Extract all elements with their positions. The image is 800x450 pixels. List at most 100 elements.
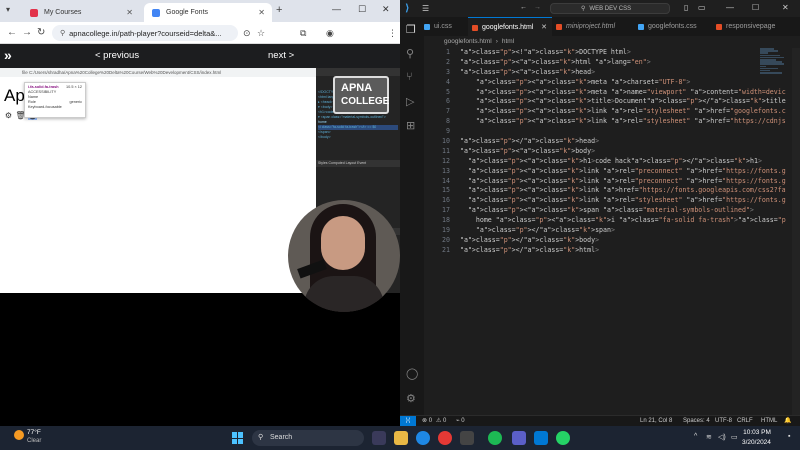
notifications-bell-icon[interactable]: 🔔 bbox=[784, 416, 791, 426]
editor-scrollbar[interactable] bbox=[792, 48, 800, 415]
code-line[interactable]: "a">class="p"><"a">class="k">title>Docum… bbox=[460, 97, 786, 107]
ports-count[interactable]: ⌁ 0 bbox=[456, 416, 465, 426]
close-tab-icon[interactable]: ✕ bbox=[541, 18, 547, 36]
code-line[interactable]: "a">class="p"><"a">class="k">link "a">re… bbox=[460, 177, 786, 187]
warnings-count[interactable]: ⚠ 0 bbox=[436, 416, 446, 426]
close-window-icon[interactable]: ✕ bbox=[782, 3, 789, 12]
tab-miniproject-html[interactable]: miniproject.html bbox=[552, 17, 634, 36]
file-explorer-icon[interactable] bbox=[394, 431, 408, 445]
code-line[interactable]: "a">class="p"><"a">class="k">html "a">la… bbox=[460, 58, 786, 68]
code-line[interactable]: "a">class="p"></"a">class="k">html> bbox=[460, 246, 786, 256]
task-view-icon[interactable] bbox=[372, 431, 386, 445]
search-icon[interactable]: ⚲ bbox=[406, 47, 414, 60]
maximize-icon[interactable]: ☐ bbox=[752, 3, 759, 12]
code-line[interactable]: "a">class="p"><"a">class="k">meta "a">ch… bbox=[460, 78, 786, 88]
code-line[interactable]: "a">class="p"><"a">class="k">link "a">re… bbox=[460, 117, 786, 127]
wifi-icon[interactable]: ≋ bbox=[706, 433, 712, 441]
code-line[interactable]: "a">class="p"></"a">class="k">head> bbox=[460, 137, 786, 147]
tray-chevron-icon[interactable]: ^ bbox=[694, 433, 697, 440]
code-line[interactable]: home "a">class="p"><"a">class="k">i "a">… bbox=[460, 216, 786, 226]
breadcrumb-node[interactable]: html bbox=[502, 38, 514, 45]
code-editor[interactable]: 1 2 3 4 5 6 7 8 9 10 11 12 13 14 15 16 17 18 19 20 21 "a">cl… bbox=[424, 48, 800, 415]
bookmark-star-icon[interactable]: ☆ bbox=[257, 28, 265, 39]
teams-icon[interactable] bbox=[512, 431, 526, 445]
code-line[interactable]: "a">class="p"><"a">class="k">span "a">cl… bbox=[460, 206, 786, 216]
windows-start-icon[interactable] bbox=[232, 432, 244, 444]
profile-icon[interactable]: ◉ bbox=[326, 28, 334, 39]
code-line[interactable]: "a">class="p"><"a">class="k">link "a">re… bbox=[460, 196, 786, 206]
settings-gear-icon[interactable]: ⚙ bbox=[406, 392, 416, 405]
taskbar-search[interactable]: ⚲ Search bbox=[252, 430, 364, 446]
close-window-icon[interactable]: ✕ bbox=[382, 4, 390, 15]
battery-icon[interactable]: ▭ bbox=[731, 433, 738, 441]
line-ending[interactable]: CRLF bbox=[737, 416, 753, 426]
maximize-icon[interactable]: ☐ bbox=[358, 4, 366, 15]
code-line[interactable]: "a">class="p"><"a">class="k">meta "a">na… bbox=[460, 88, 786, 98]
vscode-taskbar-icon[interactable] bbox=[534, 431, 548, 445]
source-control-icon[interactable]: ⑂ bbox=[406, 71, 413, 83]
explorer-icon[interactable]: ❐ bbox=[406, 23, 416, 36]
forward-icon[interactable]: → bbox=[22, 27, 32, 38]
indentation[interactable]: Spaces: 4 bbox=[683, 416, 710, 426]
minimize-icon[interactable]: — bbox=[332, 4, 341, 14]
tab-google-fonts[interactable]: Google Fonts ✕ bbox=[144, 3, 272, 22]
errors-count[interactable]: ⊗ 0 bbox=[422, 416, 432, 426]
command-center-search[interactable]: ⚲ WEB DEV CSS bbox=[550, 3, 670, 14]
remote-icon[interactable]: ⟩⟨ bbox=[400, 416, 416, 426]
forward-arrow-icon[interactable]: → bbox=[534, 4, 541, 11]
code-line[interactable]: "a">class="p"><"a">class="k">h1>code hac… bbox=[460, 157, 786, 167]
back-icon[interactable]: ← bbox=[7, 27, 17, 38]
system-clock[interactable]: 10:03 PM 3/20/2024 bbox=[742, 428, 771, 448]
panel-toggle-icon[interactable]: ▭ bbox=[698, 3, 706, 12]
code-line[interactable]: "a">class="p"></"a">class="k">body> bbox=[460, 236, 786, 246]
tab-my-courses[interactable]: My Courses ✕ bbox=[22, 3, 140, 22]
edge-icon[interactable] bbox=[416, 431, 430, 445]
tab-googlefonts-html[interactable]: googlefonts.html ✕ bbox=[468, 17, 552, 36]
code-line[interactable]: "a">class="p"><!"a">class="k">DOCTYPE ht… bbox=[460, 48, 786, 58]
code-line[interactable]: "a">class="p"><"a">class="k">link "a">hr… bbox=[460, 186, 786, 196]
dom-node[interactable]: </body> bbox=[318, 135, 398, 140]
volume-icon[interactable]: ◁) bbox=[718, 433, 726, 441]
layout-icon[interactable]: ▯ bbox=[684, 3, 688, 12]
browser-menu-icon[interactable]: ⋮ bbox=[388, 28, 397, 39]
close-tab-icon[interactable]: ✕ bbox=[258, 8, 265, 17]
breadcrumb-file[interactable]: googlefonts.html bbox=[444, 38, 492, 45]
code-line[interactable]: "a">class="p"><"a">class="k">link "a">re… bbox=[460, 107, 786, 117]
cursor-position[interactable]: Ln 21, Col 8 bbox=[640, 416, 672, 426]
app-icon[interactable] bbox=[460, 431, 474, 445]
tab-googlefonts-css[interactable]: googlefonts.css bbox=[634, 17, 712, 36]
cast-icon[interactable]: ⊙ bbox=[243, 28, 251, 39]
whatsapp-icon[interactable] bbox=[556, 431, 570, 445]
menu-icon[interactable]: ☰ bbox=[422, 4, 429, 13]
minimap[interactable] bbox=[760, 48, 786, 88]
encoding[interactable]: UTF-8 bbox=[715, 416, 732, 426]
code-line[interactable]: "a">class="p"><"a">class="k">body> bbox=[460, 147, 786, 157]
code-line[interactable] bbox=[460, 127, 786, 137]
address-bar[interactable]: ⚲ apnacollege.in/path-player?courseid=de… bbox=[52, 25, 238, 41]
extensions-icon[interactable]: ⊞ bbox=[406, 119, 415, 132]
next-button[interactable]: next > bbox=[268, 50, 294, 61]
tab-ui-css[interactable]: ui.css bbox=[424, 17, 468, 36]
tab-responsivepage[interactable]: responsivepage bbox=[712, 17, 800, 36]
chrome-icon[interactable] bbox=[438, 431, 452, 445]
notification-icon[interactable]: ▪ bbox=[788, 433, 790, 440]
extensions-icon[interactable]: ⧉ bbox=[300, 28, 306, 39]
spotify-icon[interactable] bbox=[488, 431, 502, 445]
back-arrow-icon[interactable]: ← bbox=[520, 4, 527, 11]
chevrons-right-icon[interactable]: » bbox=[4, 47, 12, 63]
styles-tabs[interactable]: Styles Computed Layout Event bbox=[316, 160, 400, 167]
code-line[interactable]: "a">class="p"><"a">class="k">head> bbox=[460, 68, 786, 78]
code-lines[interactable]: "a">class="p"><!"a">class="k">DOCTYPE ht… bbox=[460, 48, 786, 256]
reload-icon[interactable]: ↻ bbox=[37, 27, 45, 38]
site-info-icon[interactable]: ⚲ bbox=[60, 29, 65, 37]
run-debug-icon[interactable]: ▷ bbox=[406, 95, 414, 108]
code-line[interactable]: "a">class="p"><"a">class="k">link "a">re… bbox=[460, 167, 786, 177]
close-tab-icon[interactable]: ✕ bbox=[126, 8, 133, 17]
previous-button[interactable]: < previous bbox=[95, 50, 139, 61]
code-line[interactable]: "a">class="p"></"a">class="k">span> bbox=[460, 226, 786, 236]
language-mode[interactable]: HTML bbox=[761, 416, 777, 426]
new-tab-button[interactable]: + bbox=[276, 4, 282, 16]
account-icon[interactable]: ◯ bbox=[406, 367, 418, 380]
tab-search-icon[interactable]: ▾ bbox=[6, 5, 10, 14]
minimize-icon[interactable]: — bbox=[726, 3, 734, 12]
